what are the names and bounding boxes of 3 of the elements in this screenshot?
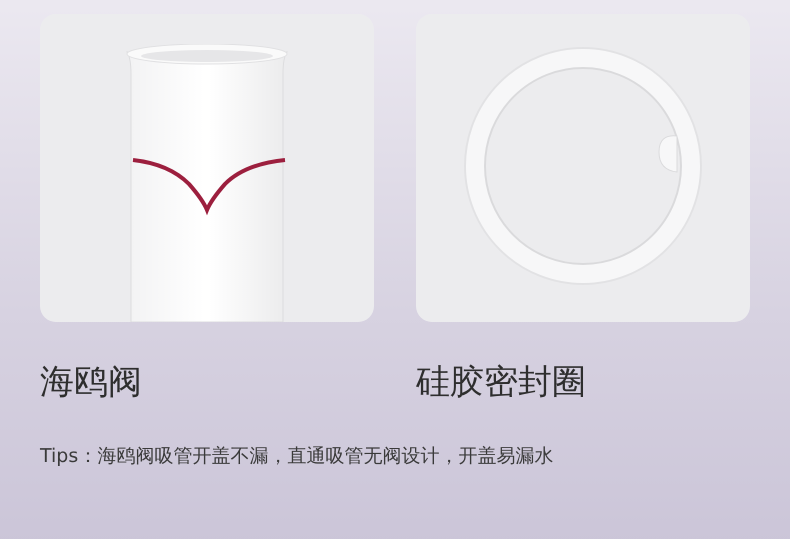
feature-caption: 硅胶密封圈 xyxy=(416,362,586,403)
feature-caption: 海鸥阀 xyxy=(40,362,142,403)
tips-text: Tips：海鸥阀吸管开盖不漏，直通吸管无阀设计，开盖易漏水 xyxy=(40,444,554,469)
